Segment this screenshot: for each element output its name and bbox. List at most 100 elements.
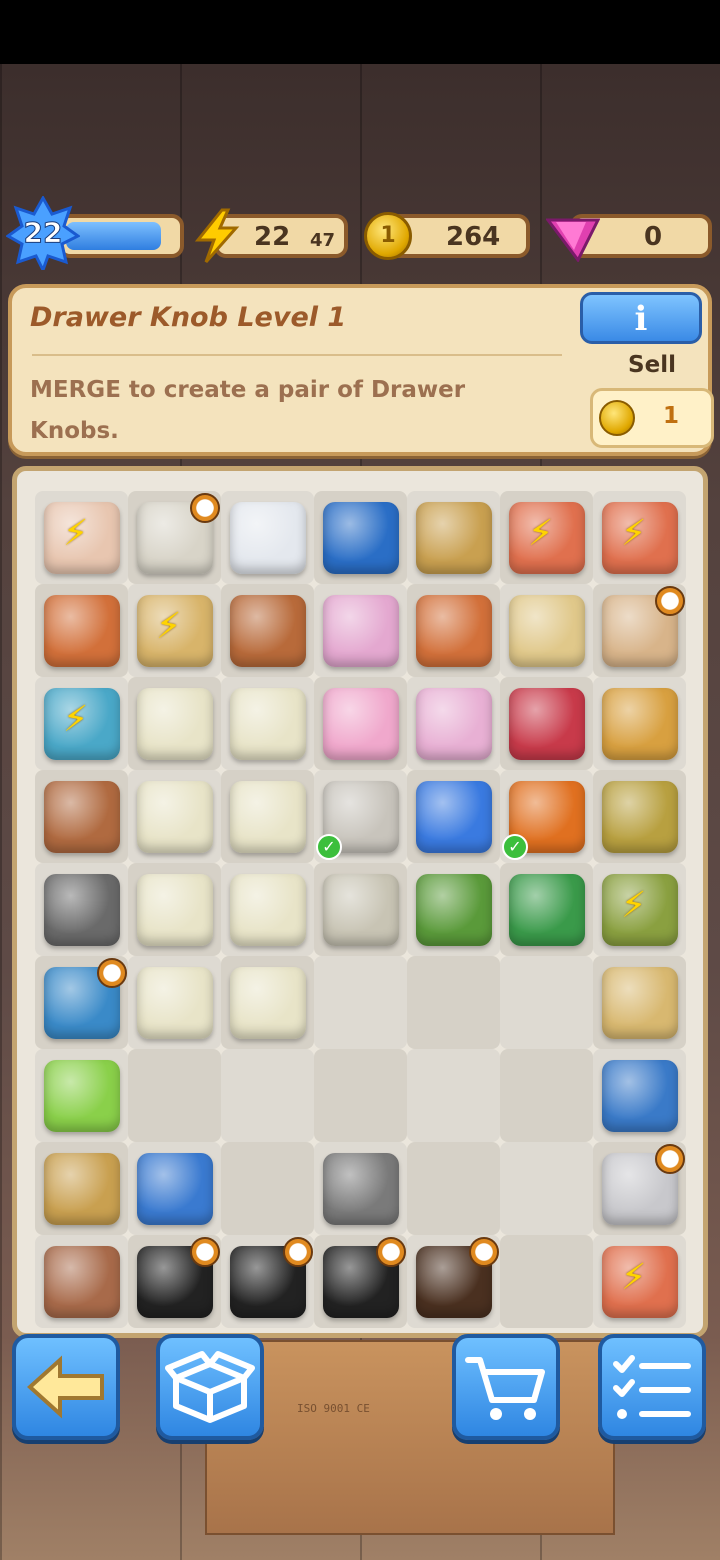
board-cell[interactable] — [500, 1049, 593, 1142]
item-graphic — [508, 873, 585, 946]
storage-box-button[interactable] — [156, 1334, 264, 1440]
board-cell[interactable] — [500, 956, 593, 1049]
board-cell[interactable] — [314, 956, 407, 1049]
pruning-shears-icon[interactable] — [500, 863, 593, 956]
divider — [32, 354, 562, 356]
item-graphic — [322, 594, 399, 667]
gem-value: 0 — [644, 222, 663, 252]
coin-icon — [599, 400, 635, 436]
toy-race-car-icon[interactable]: ⚡ — [500, 491, 593, 584]
plunger-icon[interactable] — [500, 677, 593, 770]
sell-button[interactable]: 1 — [590, 388, 714, 448]
item-graphic — [229, 687, 306, 760]
board-cell[interactable] — [221, 1142, 314, 1235]
board-cell[interactable] — [500, 1235, 593, 1328]
wooden-cabinet-icon[interactable] — [128, 491, 221, 584]
item-graphic — [43, 1059, 120, 1132]
toy-race-car-icon[interactable]: ⚡ — [593, 491, 686, 584]
board-cell[interactable] — [407, 956, 500, 1049]
info-button[interactable]: i — [580, 292, 702, 344]
money-bag-icon[interactable] — [128, 1142, 221, 1235]
makeup-brush-icon[interactable] — [314, 1235, 407, 1328]
paint-bucket-icon[interactable] — [35, 1049, 128, 1142]
item-graphic — [136, 780, 213, 853]
blue-cabinet-icon[interactable] — [314, 491, 407, 584]
item-graphic — [508, 687, 585, 760]
item-graphic — [601, 1059, 678, 1132]
paint-tin-icon[interactable] — [314, 863, 407, 956]
item-description: MERGE to create a pair of Drawer Knobs. — [30, 377, 466, 444]
pink-bucket-icon[interactable] — [314, 677, 407, 770]
toolbox-icon[interactable] — [35, 956, 128, 1049]
level-badge[interactable]: 22 — [5, 194, 81, 274]
axe-icon[interactable] — [407, 863, 500, 956]
timer-icon — [655, 1144, 685, 1174]
sell-price: 1 — [663, 403, 680, 429]
broken-pot-shard-icon[interactable] — [221, 584, 314, 677]
garden-gloves-icon[interactable] — [128, 677, 221, 770]
energy-timer: 47 — [310, 230, 336, 251]
dresser-icon[interactable] — [593, 584, 686, 677]
energy-value: 22 — [254, 222, 291, 252]
garden-gloves-icon[interactable] — [128, 863, 221, 956]
sell-label: Sell — [628, 352, 676, 378]
hand-mirror-icon[interactable] — [593, 1142, 686, 1235]
board-cell[interactable] — [500, 1142, 593, 1235]
item-graphic — [415, 594, 492, 667]
item-graphic — [229, 873, 306, 946]
makeup-brush-icon[interactable] — [407, 1235, 500, 1328]
watering-spout-icon[interactable] — [593, 770, 686, 863]
drawer-knob-icon[interactable] — [593, 677, 686, 770]
garden-gloves-icon[interactable] — [221, 770, 314, 863]
terracotta-pot-icon[interactable] — [407, 584, 500, 677]
board-cell[interactable] — [314, 1049, 407, 1142]
makeup-brush-icon[interactable] — [128, 1235, 221, 1328]
wooden-crate-icon[interactable]: ⚡ — [128, 584, 221, 677]
soil-pot-icon[interactable]: ⚡ — [35, 677, 128, 770]
checklist-icon — [613, 1355, 691, 1419]
item-graphic — [43, 1152, 120, 1225]
wire-cutters-icon[interactable]: ✓ — [500, 770, 593, 863]
soap-bar-icon[interactable] — [500, 584, 593, 677]
clay-pot-icon[interactable]: ⚡ — [35, 491, 128, 584]
shop-button[interactable] — [452, 1334, 560, 1440]
screw-box-icon[interactable]: ✓ — [314, 770, 407, 863]
screw-icon[interactable] — [314, 1142, 407, 1235]
board-cell[interactable] — [407, 1049, 500, 1142]
plastic-bottle-icon[interactable] — [221, 491, 314, 584]
board-cell[interactable] — [407, 1142, 500, 1235]
garden-gloves-icon[interactable] — [128, 956, 221, 1049]
mop-icon[interactable] — [593, 956, 686, 1049]
gem-icon — [546, 218, 600, 262]
dustpan-brush-icon[interactable] — [407, 677, 500, 770]
item-graphic — [136, 687, 213, 760]
spray-bottle-icon[interactable] — [314, 584, 407, 677]
toy-race-car-icon[interactable]: ⚡ — [593, 1235, 686, 1328]
spray-paint-can-icon[interactable] — [407, 770, 500, 863]
garden-gloves-icon[interactable] — [221, 863, 314, 956]
sack-icon[interactable] — [35, 1142, 128, 1235]
warehouse-icon[interactable] — [593, 1049, 686, 1142]
timer-icon — [190, 1237, 220, 1267]
checkmark-icon: ✓ — [502, 834, 528, 860]
gravel-pile-icon[interactable] — [35, 863, 128, 956]
timer-icon — [190, 493, 220, 523]
sack-icon[interactable] — [407, 491, 500, 584]
garden-gloves-icon[interactable] — [128, 770, 221, 863]
garden-tools-bucket-icon[interactable]: ⚡ — [593, 863, 686, 956]
energy-bolt-icon: ⚡ — [621, 885, 647, 926]
makeup-brush-icon[interactable] — [221, 1235, 314, 1328]
garden-gloves-icon[interactable] — [221, 677, 314, 770]
terracotta-pot-icon[interactable] — [35, 584, 128, 677]
item-graphic — [601, 966, 678, 1039]
leather-gloves-icon[interactable] — [35, 770, 128, 863]
back-button[interactable] — [12, 1334, 120, 1440]
garden-gloves-icon[interactable] — [221, 956, 314, 1049]
tasks-button[interactable] — [598, 1334, 706, 1440]
timer-icon — [97, 958, 127, 988]
board-cell[interactable] — [221, 1049, 314, 1142]
crate-label: ISO 9001 CE — [297, 1402, 370, 1415]
feather-duster-icon[interactable] — [35, 1235, 128, 1328]
board-cell[interactable] — [128, 1049, 221, 1142]
item-graphic — [415, 501, 492, 574]
